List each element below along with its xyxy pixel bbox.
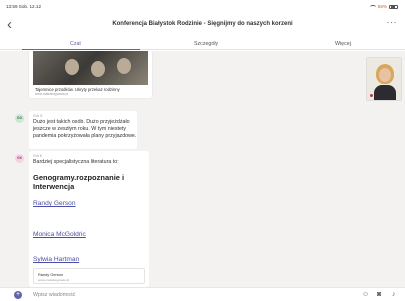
author-card-title: Randy Gerson	[38, 272, 64, 277]
status-time: 13:59 Sob. 12.12	[6, 4, 41, 9]
wifi-icon	[369, 4, 376, 9]
battery-percent: 55%	[377, 4, 387, 9]
battery-icon	[389, 4, 398, 9]
author-card-url: www.matrabaypasta.pl	[38, 278, 70, 282]
compose-bar: + Wpisz wiadomość ☺ ◙ ♪	[0, 287, 405, 301]
photo-person	[117, 58, 131, 74]
participant-body	[374, 85, 396, 100]
status-date: Sob. 12.12	[18, 4, 42, 9]
clock-time: 13:59	[6, 4, 18, 9]
message-bubble[interactable]: Grö G Dużo jest takich osób. Dużo przyje…	[29, 111, 137, 149]
link-preview-url: www.matrabaypasta.pl	[35, 92, 69, 96]
tab-details[interactable]: Szczegóły	[194, 41, 218, 47]
message-sender: Grö K	[33, 154, 43, 158]
participant-face	[379, 68, 391, 82]
tab-bar: Czat Szczegóły Więcej	[0, 37, 405, 51]
chat-area: Tajemnice przodków. Ukryty przekaz rodzi…	[0, 51, 405, 287]
avatar[interactable]: GK	[15, 154, 24, 163]
microphone-icon[interactable]: ♪	[392, 291, 396, 298]
message-input[interactable]: Wpisz wiadomość	[33, 292, 75, 298]
book-title: Genogramy.rozpoznanie i Interwencja	[33, 173, 125, 191]
author-link-card[interactable]: Randy Gerson www.matrabaypasta.pl	[33, 268, 145, 284]
camera-icon[interactable]: ◙	[377, 291, 381, 298]
tab-chat[interactable]: Czat	[70, 41, 81, 47]
emoji-icon[interactable]: ☺	[362, 291, 369, 298]
photo-person	[65, 59, 79, 75]
status-indicators: 55%	[369, 4, 398, 9]
author-link[interactable]: Monica McGoldric	[33, 231, 86, 238]
link-preview-image	[33, 51, 148, 85]
tab-more[interactable]: Więcej	[335, 41, 351, 47]
status-bar: 13:59 Sob. 12.12 55%	[0, 0, 405, 14]
author-link[interactable]: Randy Gerson	[33, 200, 76, 207]
message-bubble[interactable]: Grö K Bardziej specjalistyczna literatur…	[29, 151, 149, 287]
header: ‹ Konferencja Białystok Rodzinie - Sięgn…	[0, 14, 405, 36]
photo-person	[91, 61, 105, 77]
meeting-title: Konferencja Białystok Rodzinie - Sięgnij…	[112, 21, 293, 27]
participant-video[interactable]	[366, 57, 402, 101]
mic-indicator-icon	[370, 94, 373, 97]
link-preview-card[interactable]: Tajemnice przodków. Ukryty przekaz rodzi…	[29, 51, 152, 98]
message-text: Bardziej specjalistyczna literatura to:	[33, 159, 119, 165]
ellipsis-icon[interactable]: ···	[387, 17, 398, 27]
message-sender: Grö G	[33, 114, 43, 118]
message-text: Dużo jest takich osób. Dużo przyjeżdżało…	[33, 119, 137, 140]
plus-icon[interactable]: +	[14, 291, 22, 299]
avatar[interactable]: GO	[15, 114, 24, 123]
author-link[interactable]: Sylwia Hartman	[33, 256, 79, 263]
